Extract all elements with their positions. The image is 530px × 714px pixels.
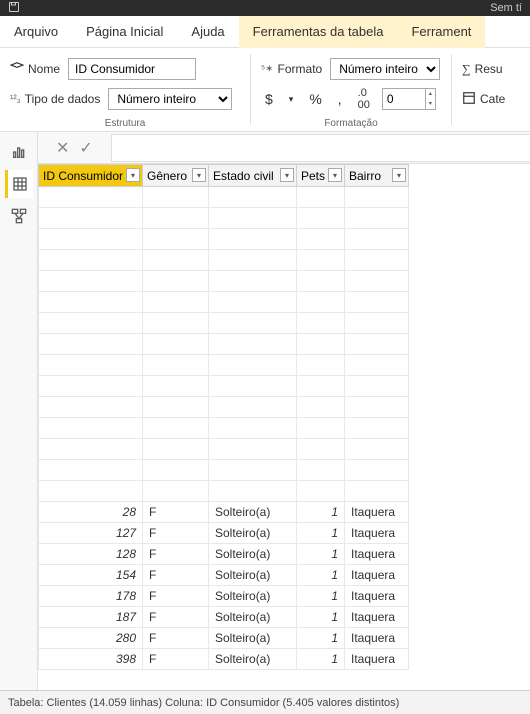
sigma-icon: ∑: [462, 62, 471, 77]
decimal-places-input[interactable]: [383, 92, 425, 106]
table-row[interactable]: [39, 376, 409, 397]
category-label[interactable]: Cate: [462, 91, 505, 108]
table-row[interactable]: [39, 355, 409, 376]
table-header-row: ID Consumidor▾ Gênero▾ Estado civil▾ Pet…: [39, 165, 409, 187]
column-header-genero[interactable]: Gênero▾: [143, 165, 209, 187]
formula-bar: ✕ ✓: [38, 132, 530, 164]
table-row[interactable]: 187FSolteiro(a)1Itaquera: [39, 607, 409, 628]
formula-input[interactable]: [111, 134, 530, 162]
datatype-label: ¹²₃ Tipo de dados: [10, 92, 100, 106]
column-header-pets[interactable]: Pets▾: [297, 165, 345, 187]
table-row[interactable]: 398FSolteiro(a)1Itaquera: [39, 649, 409, 670]
format-label: ⁵✶ Formato: [261, 62, 322, 76]
table-row[interactable]: [39, 418, 409, 439]
filter-icon[interactable]: ▾: [126, 168, 140, 182]
accept-formula-icon[interactable]: ✓: [79, 138, 92, 158]
table-row[interactable]: [39, 481, 409, 502]
status-bar: Tabela: Clientes (14.059 linhas) Coluna:…: [0, 690, 530, 714]
table-row[interactable]: 178FSolteiro(a)1Itaquera: [39, 586, 409, 607]
table-row[interactable]: 28FSolteiro(a)1Itaquera: [39, 502, 409, 523]
table-row[interactable]: [39, 439, 409, 460]
table-row[interactable]: [39, 313, 409, 334]
thousands-button[interactable]: ,: [334, 91, 346, 107]
table-row[interactable]: [39, 397, 409, 418]
table-row[interactable]: 280FSolteiro(a)1Itaquera: [39, 628, 409, 649]
cancel-formula-icon[interactable]: ✕: [56, 138, 69, 158]
ribbon-body: Nome ¹²₃ Tipo de dados Número inteiro Es…: [0, 48, 530, 132]
data-view-tab[interactable]: [5, 170, 33, 198]
decimal-places-spinner[interactable]: ▴ ▾: [382, 88, 436, 110]
table-row[interactable]: 154FSolteiro(a)1Itaquera: [39, 565, 409, 586]
datatype-select[interactable]: Número inteiro: [108, 88, 232, 110]
table-row[interactable]: [39, 271, 409, 292]
format-icon: ⁵✶: [261, 64, 274, 75]
table-row[interactable]: 127FSolteiro(a)1Itaquera: [39, 523, 409, 544]
title-bar: Sem tí: [0, 0, 530, 16]
filter-icon[interactable]: ▾: [280, 168, 294, 182]
tag-icon: [10, 61, 24, 78]
tab-help[interactable]: Ajuda: [177, 16, 238, 48]
column-header-id[interactable]: ID Consumidor▾: [39, 165, 143, 187]
datatype-icon: ¹²₃: [10, 94, 21, 105]
table-row[interactable]: [39, 460, 409, 481]
table-row[interactable]: [39, 208, 409, 229]
currency-dropdown-icon[interactable]: ▾: [285, 94, 298, 105]
report-view-tab[interactable]: [5, 138, 33, 166]
status-text: Tabela: Clientes (14.059 linhas) Coluna:…: [8, 697, 399, 709]
filter-icon[interactable]: ▾: [192, 168, 206, 182]
format-group-label: Formatação: [261, 116, 441, 129]
tab-file[interactable]: Arquivo: [0, 16, 72, 48]
percent-button[interactable]: %: [305, 91, 325, 107]
data-grid[interactable]: ID Consumidor▾ Gênero▾ Estado civil▾ Pet…: [38, 164, 530, 690]
column-header-estado[interactable]: Estado civil▾: [209, 165, 297, 187]
save-icon[interactable]: [8, 1, 20, 16]
structure-group-label: Estrutura: [10, 116, 240, 129]
tab-column-tools[interactable]: Ferrament: [397, 16, 485, 48]
spin-down-icon[interactable]: ▾: [426, 99, 435, 109]
currency-button[interactable]: $: [261, 91, 277, 107]
title-text: Sem tí: [490, 2, 530, 14]
table-row[interactable]: [39, 187, 409, 208]
spin-up-icon[interactable]: ▴: [426, 89, 435, 99]
tab-table-tools[interactable]: Ferramentas da tabela: [239, 16, 398, 48]
table-row[interactable]: [39, 229, 409, 250]
table-row[interactable]: [39, 292, 409, 313]
table-row[interactable]: [39, 334, 409, 355]
model-view-tab[interactable]: [5, 202, 33, 230]
filter-icon[interactable]: ▾: [392, 168, 406, 182]
tab-home[interactable]: Página Inicial: [72, 16, 177, 48]
table-row[interactable]: 128FSolteiro(a)1Itaquera: [39, 544, 409, 565]
filter-icon[interactable]: ▾: [328, 168, 342, 182]
column-name-input[interactable]: [68, 58, 196, 80]
ribbon-tabs: Arquivo Página Inicial Ajuda Ferramentas…: [0, 16, 530, 48]
table-row[interactable]: [39, 250, 409, 271]
view-switcher: [0, 132, 38, 690]
summarize-label[interactable]: ∑ Resu: [462, 62, 503, 77]
format-select[interactable]: Número inteiro: [330, 58, 440, 80]
column-header-bairro[interactable]: Bairro▾: [345, 165, 409, 187]
name-label: Nome: [10, 61, 60, 78]
decimal-format-icon[interactable]: .000: [354, 87, 374, 111]
category-icon: [462, 91, 476, 108]
